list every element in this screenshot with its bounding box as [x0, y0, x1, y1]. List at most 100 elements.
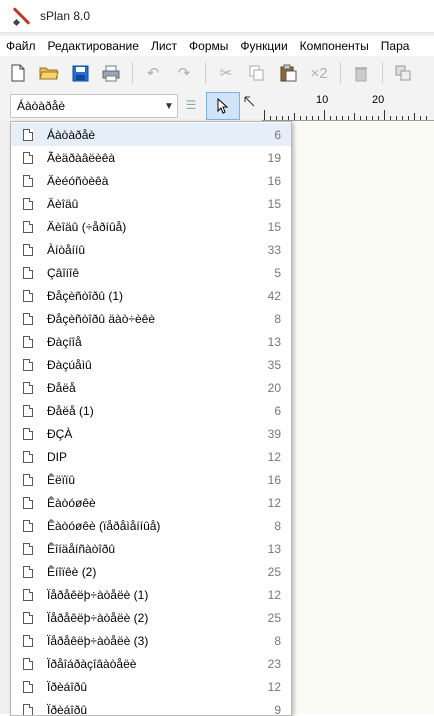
- menu-functions[interactable]: Функции: [234, 39, 293, 53]
- chevron-down-icon[interactable]: ▼: [161, 101, 177, 112]
- document-icon: [23, 313, 33, 325]
- document-icon: [23, 359, 33, 371]
- menu-parameters[interactable]: Пара: [375, 39, 416, 53]
- drawing-canvas[interactable]: [291, 121, 434, 714]
- menu-components[interactable]: Компоненты: [294, 39, 375, 53]
- list-item-label: Ðåëå: [47, 381, 241, 395]
- paste-icon[interactable]: [275, 60, 301, 86]
- list-item[interactable]: ÐÇÀ39: [11, 422, 291, 445]
- list-item[interactable]: Ïåðåêëþ÷àòåëè (1)12: [11, 583, 291, 606]
- list-item-label: Ïðåîáðàçîâàòåëè: [47, 657, 241, 671]
- list-item[interactable]: Äèîäû (÷åðíûå)15: [11, 215, 291, 238]
- list-item[interactable]: Àíòåííû33: [11, 238, 291, 261]
- document-icon: [23, 244, 33, 256]
- list-item[interactable]: Ïåðåêëþ÷àòåëè (3)8: [11, 629, 291, 652]
- list-item-count: 33: [241, 243, 291, 257]
- list-item-count: 12: [241, 496, 291, 510]
- list-item-count: 6: [241, 128, 291, 142]
- document-icon: [23, 589, 33, 601]
- list-item-count: 23: [241, 657, 291, 671]
- list-item-label: Áàòàðåè: [47, 128, 241, 142]
- list-item[interactable]: Ïðèáîðû12: [11, 675, 291, 698]
- group-icon[interactable]: [390, 60, 416, 86]
- undo-icon[interactable]: ↶: [140, 60, 166, 86]
- list-item[interactable]: Ðåëå20: [11, 376, 291, 399]
- document-icon: [23, 129, 33, 141]
- ruler-label: 10: [316, 94, 328, 106]
- list-item-count: 42: [241, 289, 291, 303]
- list-item[interactable]: Êàòóøêè (ïåðåìåííûå)8: [11, 514, 291, 537]
- list-item-label: Ïåðåêëþ÷àòåëè (2): [47, 611, 241, 625]
- list-item[interactable]: Ðåçèñòîðû (1)42: [11, 284, 291, 307]
- document-icon: [23, 221, 33, 233]
- list-item[interactable]: Êîíäåíñàòîðû13: [11, 537, 291, 560]
- list-item-count: 15: [241, 197, 291, 211]
- library-options-icon[interactable]: ☰: [182, 95, 200, 115]
- list-item-label: ÐÇÀ: [47, 427, 241, 441]
- list-item-label: Êàòóøêè: [47, 496, 241, 510]
- open-folder-icon[interactable]: [36, 60, 62, 86]
- list-item-count: 19: [241, 151, 291, 165]
- print-icon[interactable]: [98, 60, 124, 86]
- document-icon: [23, 198, 33, 210]
- list-item-label: Äèéóñòèêà: [47, 174, 241, 188]
- list-item[interactable]: Êàòóøêè12: [11, 491, 291, 514]
- list-item[interactable]: Ðåëå (1)6: [11, 399, 291, 422]
- list-item[interactable]: Áàòàðåè6: [11, 123, 291, 146]
- list-item-label: Ðåçèñòîðû (1): [47, 289, 241, 303]
- toolbar-separator: [382, 62, 383, 84]
- list-item-label: Ïåðåêëþ÷àòåëè (1): [47, 588, 241, 602]
- menu-file[interactable]: Файл: [0, 39, 42, 53]
- document-icon: [23, 497, 33, 509]
- title-bar: sPlan 8.0: [0, 0, 434, 33]
- list-item[interactable]: Êëïïû16: [11, 468, 291, 491]
- redo-icon[interactable]: ↷: [171, 60, 197, 86]
- list-item[interactable]: Äèéóñòèêà16: [11, 169, 291, 192]
- list-item-label: Äèîäû (÷åðíûå): [47, 220, 241, 234]
- copy-icon[interactable]: [244, 60, 270, 86]
- list-item[interactable]: Ðåçèñòîðû äàò÷èêè8: [11, 307, 291, 330]
- list-item-count: 25: [241, 611, 291, 625]
- pointer-tool-icon[interactable]: [206, 92, 240, 120]
- horizontal-ruler: 10 20: [262, 92, 434, 121]
- list-item-label: Äèîäû: [47, 197, 241, 211]
- component-library-dropdown[interactable]: Áàòàðåè6Ãèäðàâëèêà19Äèéóñòèêà16Äèîäû15Äè…: [10, 121, 292, 716]
- list-item-label: Ãèäðàâëèêà: [47, 151, 241, 165]
- list-item[interactable]: Êíîïêè (2)25: [11, 560, 291, 583]
- delete-icon[interactable]: [348, 60, 374, 86]
- new-file-icon[interactable]: [5, 60, 31, 86]
- list-item-label: Àíòåííû: [47, 243, 241, 257]
- list-item[interactable]: Çâîíîê5: [11, 261, 291, 284]
- list-item[interactable]: Ïðåîáðàçîâàòåëè23: [11, 652, 291, 675]
- list-item-count: 13: [241, 542, 291, 556]
- list-item[interactable]: DIP12: [11, 445, 291, 468]
- list-item[interactable]: Ïðèáîðû9: [11, 698, 291, 716]
- list-item-count: 20: [241, 381, 291, 395]
- list-item[interactable]: Ðàçíîå13: [11, 330, 291, 353]
- document-icon: [23, 658, 33, 670]
- list-item-label: Çâîíîê: [47, 266, 241, 280]
- document-icon: [23, 428, 33, 440]
- cut-icon[interactable]: ✂: [213, 60, 239, 86]
- list-item-label: Êíîïêè (2): [47, 565, 241, 579]
- document-icon: [23, 405, 33, 417]
- list-item[interactable]: Ðàçúåìû35: [11, 353, 291, 376]
- list-item-label: Ïðèáîðû: [47, 680, 241, 694]
- document-icon: [23, 451, 33, 463]
- duplicate-x2-icon[interactable]: ×2: [306, 60, 332, 86]
- menu-sheet[interactable]: Лист: [145, 39, 183, 53]
- document-icon: [23, 267, 33, 279]
- list-item[interactable]: Ïåðåêëþ÷àòåëè (2)25: [11, 606, 291, 629]
- list-item-label: DIP: [47, 450, 241, 464]
- save-icon[interactable]: [67, 60, 93, 86]
- document-icon: [23, 290, 33, 302]
- document-icon: [23, 635, 33, 647]
- list-item[interactable]: Ãèäðàâëèêà19: [11, 146, 291, 169]
- toolbar-separator: [205, 62, 206, 84]
- library-select[interactable]: Áàòàðåè ▼: [10, 94, 178, 118]
- menu-edit[interactable]: Редактирование: [42, 39, 145, 53]
- ruler-corner-icon[interactable]: [244, 96, 260, 112]
- menu-shapes[interactable]: Формы: [183, 39, 234, 53]
- list-item-count: 25: [241, 565, 291, 579]
- list-item[interactable]: Äèîäû15: [11, 192, 291, 215]
